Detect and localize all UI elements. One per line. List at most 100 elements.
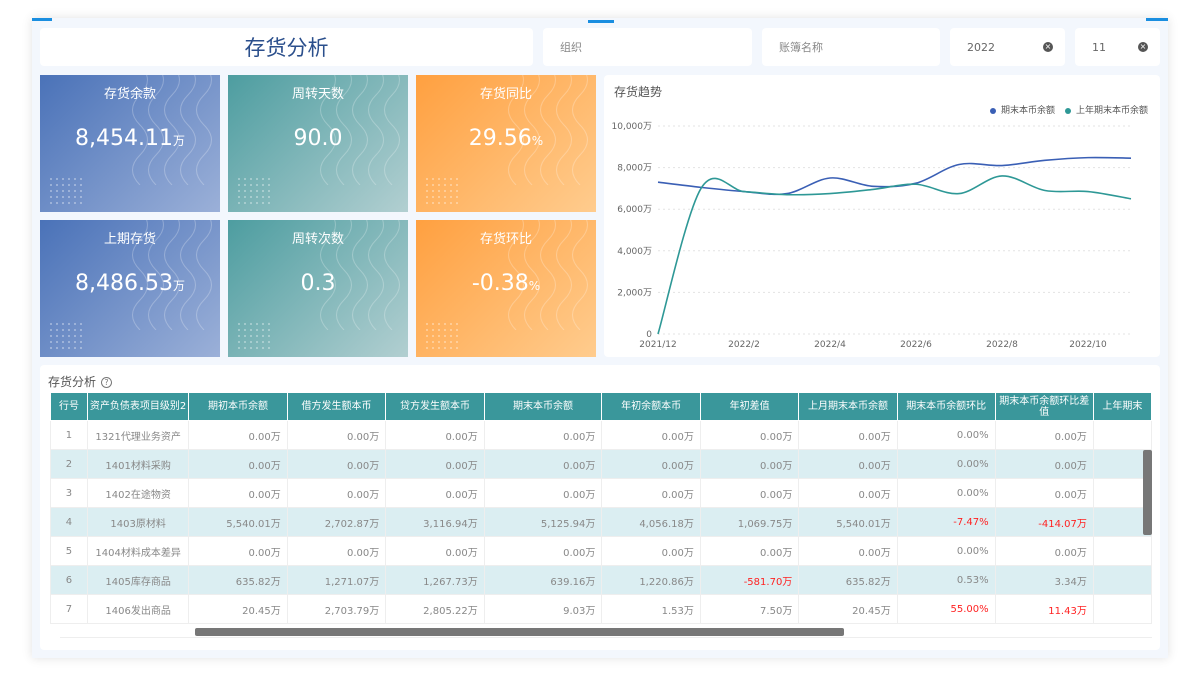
table-cell: 7: [50, 594, 88, 624]
table-cell: [1092, 565, 1152, 595]
table-cell: 1.53万: [601, 594, 701, 624]
total-cell: 7,807.62万: [292, 637, 392, 638]
table-cell: 0.00万: [994, 449, 1094, 479]
table-cell: 0.00万: [188, 478, 288, 508]
clear-icon[interactable]: ×: [1138, 42, 1148, 52]
table-cell: 3,116.94万: [385, 507, 485, 537]
column-header[interactable]: 上月期末本币余额: [798, 392, 898, 421]
wave-decoration: [132, 75, 212, 185]
table-cell: 0.00万: [188, 449, 288, 479]
month-select[interactable]: 11 ×: [1075, 28, 1160, 66]
table-header: 行号 资产负债表项目级别2 期初本币余额 借方发生额本币 贷方发生额本币 期末本币余额 年初…: [50, 392, 1152, 421]
table-cell: 0.53%: [896, 565, 996, 595]
vertical-scrollbar[interactable]: [1143, 450, 1152, 535]
table-cell: 0.00万: [601, 478, 701, 508]
table-cell: 1405库存商品: [86, 565, 190, 595]
table-cell: 0.00万: [286, 420, 387, 450]
help-icon[interactable]: ?: [101, 377, 113, 388]
table-row[interactable]: 4 1403原材料 5,540.01万 2,702.87万 3,116.94万 5,125…: [50, 507, 1152, 537]
dots-decoration: [424, 321, 460, 349]
column-header[interactable]: 期初本币余额: [188, 392, 288, 421]
kpi-card: 周转天数 90.0: [228, 75, 408, 212]
table-cell: 1404材料成本差异: [86, 536, 190, 566]
table-row[interactable]: 2 1401材料采购 0.00万 0.00万 0.00万 0.00万 0.00万 0.00万 0…: [50, 449, 1152, 479]
y-tick-label: 4,000万: [617, 247, 652, 257]
table-cell: -414.07万: [994, 507, 1094, 537]
ledger-select[interactable]: 账簿名称: [762, 28, 940, 66]
kpi-card: 存货同比 29.56%: [416, 75, 596, 212]
total-cell: 7,318.03万: [605, 637, 705, 638]
table-cell: 0.00万: [385, 449, 485, 479]
table-row[interactable]: 6 1405库存商品 635.82万 1,271.07万 1,267.73万 639.16…: [50, 565, 1152, 595]
table-row[interactable]: 1 1321代理业务资产 0.00万 0.00万 0.00万 0.00万 0.00万 0.00…: [50, 420, 1152, 450]
column-header[interactable]: 行号: [50, 392, 88, 421]
x-tick-label: 2021/12: [639, 340, 676, 350]
table-cell: 0.00万: [994, 478, 1094, 508]
chart-plot: 0 2,000万 4,000万 6,000万 8,000万 10,000万 2021/12 2…: [612, 122, 1132, 350]
kpi-card: 存货环比 -0.38%: [416, 220, 596, 357]
wave-decoration: [508, 220, 588, 330]
total-cell: -32.42万: [996, 637, 1095, 638]
y-tick-label: 2,000万: [617, 288, 652, 298]
table-cell: 0.00万: [601, 449, 701, 479]
column-header[interactable]: 期末本币余额: [483, 392, 603, 421]
series-line-2: [657, 175, 1132, 335]
inventory-trend-chart: 存货趋势 期末本币余额 上年期末本币余额 0 2,000万 4,000万 6,000万…: [604, 75, 1160, 357]
column-header[interactable]: 年初差值: [699, 392, 800, 421]
column-header[interactable]: 上年期末: [1092, 392, 1152, 421]
table-cell: 4: [50, 507, 88, 537]
table-cell: 0.00万: [286, 449, 387, 479]
table-cell: 3: [50, 478, 88, 508]
wave-decoration: [508, 75, 588, 185]
kpi-card: 上期存货 8,486.53万: [40, 220, 220, 357]
table-row[interactable]: 5 1404材料成本差异 0.00万 0.00万 0.00万 0.00万 0.00万 0.00…: [50, 536, 1152, 566]
table-cell: 20.45万: [188, 594, 288, 624]
horizontal-scrollbar[interactable]: [195, 628, 844, 636]
y-tick-label: 6,000万: [617, 205, 652, 215]
table-cell: 0.00万: [798, 449, 898, 479]
total-cell: -0.38%: [899, 637, 998, 638]
table-cell: 0.00万: [699, 536, 800, 566]
column-header[interactable]: 年初余额本币: [601, 392, 701, 421]
total-cell: 14: [60, 637, 98, 638]
table-cell: 0.00万: [994, 536, 1094, 566]
total-cell: 7,840.04万: [390, 637, 490, 638]
column-header[interactable]: 期末本币余额环比: [896, 392, 996, 421]
table-cell: 0.00万: [286, 536, 387, 566]
total-row: 14总计8,486.53万7,807.62万7,840.04万8,454.11万…: [60, 637, 1152, 638]
column-header[interactable]: 贷方发生额本币: [385, 392, 485, 421]
org-select[interactable]: 组织: [543, 28, 752, 66]
table-cell: 0.00%: [896, 478, 996, 508]
year-select[interactable]: 2022 ×: [950, 28, 1065, 66]
dots-decoration: [424, 176, 460, 204]
table-title: 存货分析?: [48, 373, 113, 390]
table-row[interactable]: 3 1402在途物资 0.00万 0.00万 0.00万 0.00万 0.00万 0.00万 0…: [50, 478, 1152, 508]
table-cell: 0.00万: [798, 478, 898, 508]
table-cell: [1092, 594, 1152, 624]
kpi-card: 周转次数 0.3: [228, 220, 408, 357]
table-cell: 635.82万: [188, 565, 288, 595]
total-cell: 8,486.53万: [194, 637, 294, 638]
clear-icon[interactable]: ×: [1043, 42, 1053, 52]
table-cell: 0.00万: [385, 420, 485, 450]
table-cell: 0.00万: [699, 449, 800, 479]
table-cell: 4,056.18万: [601, 507, 701, 537]
x-tick-label: 2022/4: [814, 340, 846, 350]
column-header[interactable]: 借方发生额本币: [286, 392, 387, 421]
y-tick-label: 8,000万: [617, 164, 652, 174]
wave-decoration: [320, 75, 400, 185]
x-tick-label: 2022/2: [728, 340, 760, 350]
table-row[interactable]: 7 1406发出商品 20.45万 2,703.79万 2,805.22万 9.03万 1.…: [50, 594, 1152, 624]
table-cell: 1,069.75万: [699, 507, 800, 537]
table-cell: 11.43万: [994, 594, 1094, 624]
table-cell: 9.03万: [483, 594, 603, 624]
table-cell: 0.00万: [601, 536, 701, 566]
column-header[interactable]: 资产负债表项目级别2: [86, 392, 190, 421]
table-cell: 0.00万: [385, 536, 485, 566]
dots-decoration: [236, 176, 272, 204]
column-header[interactable]: 期末本币余额环比差值: [994, 392, 1094, 421]
corner-mark: [32, 18, 52, 21]
table-cell: 6: [50, 565, 88, 595]
table-cell: 20.45万: [798, 594, 898, 624]
table-cell: 0.00%: [896, 420, 996, 450]
